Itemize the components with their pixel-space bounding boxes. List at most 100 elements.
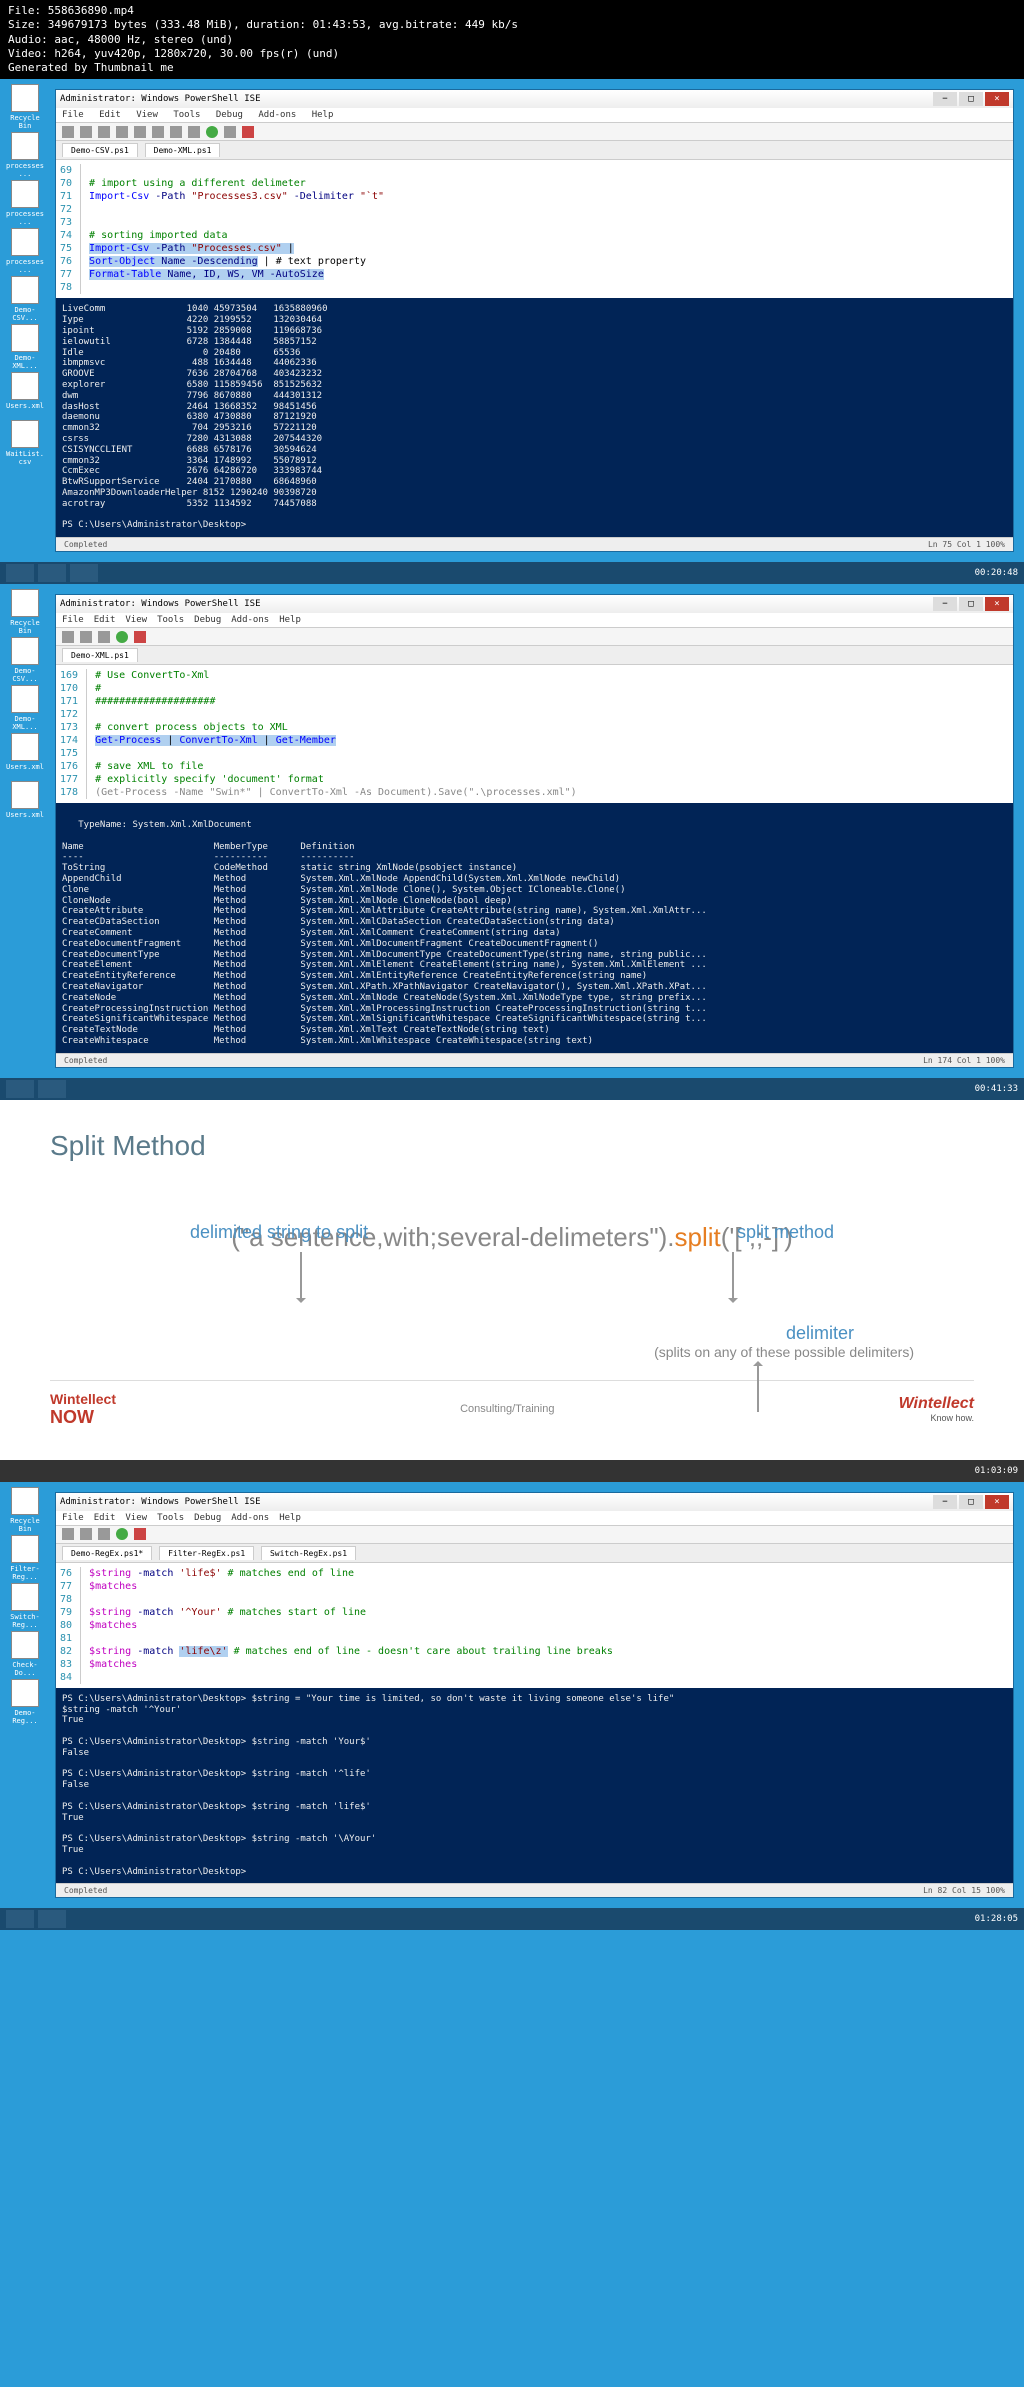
file-icon[interactable]: Demo-XML... [5,324,45,364]
toolbar [56,123,1013,141]
close-button[interactable]: × [985,597,1009,611]
minimize-button[interactable]: − [933,92,957,106]
tab-filter[interactable]: Filter-RegEx.ps1 [159,1546,254,1560]
menu-addons[interactable]: Add-ons [231,615,269,625]
file-icon[interactable]: Users.xml [5,733,45,773]
cut-icon[interactable] [116,126,128,138]
paste-icon[interactable] [152,126,164,138]
tab-xml[interactable]: Demo-XML.ps1 [145,143,221,157]
slide-label: split method [737,1222,834,1243]
code-editor[interactable]: 169170171172173174175176177178 # Use Con… [56,665,1013,803]
menu-addons[interactable]: Add-ons [231,1513,269,1523]
tab-csv[interactable]: Demo-CSV.ps1 [62,143,138,157]
code-editor[interactable]: 767778798081828384 $string -match 'life$… [56,1563,1013,1688]
maximize-button[interactable]: □ [959,597,983,611]
file-icon[interactable]: Demo-CSV... [5,637,45,677]
open-icon[interactable] [80,1528,92,1540]
undo-icon[interactable] [170,126,182,138]
file-icon[interactable]: Check-Do... [5,1631,45,1671]
file-icon[interactable]: WaitList.csv [5,420,45,460]
toolbar [56,628,1013,646]
minimize-button[interactable]: − [933,597,957,611]
taskbar-item[interactable] [38,1080,66,1098]
run-icon[interactable] [206,126,218,138]
tab-regex[interactable]: Demo-RegEx.ps1* [62,1546,152,1560]
taskbar-item[interactable] [38,564,66,582]
run-icon[interactable] [116,631,128,643]
menu-view[interactable]: View [125,615,147,625]
console[interactable]: PS C:\Users\Administrator\Desktop> $stri… [56,1688,1013,1884]
menu-view[interactable]: View [125,1513,147,1523]
arrow-down-icon [300,1252,302,1302]
new-icon[interactable] [62,631,74,643]
file-icon[interactable]: Users.xml [5,781,45,821]
run-selection-icon[interactable] [224,126,236,138]
copy-icon[interactable] [134,126,146,138]
menu-debug[interactable]: Debug [216,110,243,120]
menu-view[interactable]: View [136,110,158,120]
tab-switch[interactable]: Switch-RegEx.ps1 [261,1546,356,1560]
new-icon[interactable] [62,126,74,138]
maximize-button[interactable]: □ [959,92,983,106]
open-icon[interactable] [80,126,92,138]
taskbar-item[interactable] [38,1910,66,1928]
menu-edit[interactable]: Edit [94,1513,116,1523]
console[interactable]: TypeName: System.Xml.XmlDocument Name Me… [56,803,1013,1053]
file-icon[interactable]: processes... [5,180,45,220]
menu-debug[interactable]: Debug [194,615,221,625]
menu-edit[interactable]: Edit [94,615,116,625]
recycle-bin-icon[interactable]: Recycle Bin [5,1487,45,1527]
desktop-3: Recycle Bin Filter-Reg... Switch-Reg... … [0,1482,1024,1909]
recycle-bin-icon[interactable]: Recycle Bin [5,589,45,629]
run-icon[interactable] [116,1528,128,1540]
console[interactable]: LiveComm 1040 45973504 1635880960 Iype 4… [56,298,1013,537]
taskbar-item[interactable] [6,564,34,582]
titlebar[interactable]: Administrator: Windows PowerShell ISE − … [56,90,1013,108]
file-video: Video: h264, yuv420p, 1280x720, 30.00 fp… [8,47,1016,61]
taskbar-item[interactable] [6,1910,34,1928]
new-icon[interactable] [62,1528,74,1540]
menu-debug[interactable]: Debug [194,1513,221,1523]
save-icon[interactable] [98,126,110,138]
taskbar-item[interactable] [70,564,98,582]
file-icon[interactable]: Users.xml [5,372,45,412]
file-icon[interactable]: Demo-Reg... [5,1679,45,1719]
file-icon[interactable]: processes... [5,228,45,268]
menu-help[interactable]: Help [312,110,334,120]
file-icon[interactable]: processes... [5,132,45,172]
stop-icon[interactable] [134,631,146,643]
ise-window: Administrator: Windows PowerShell ISE − … [55,1492,1014,1899]
menu-addons[interactable]: Add-ons [258,110,296,120]
menu-help[interactable]: Help [279,615,301,625]
stop-icon[interactable] [134,1528,146,1540]
menu-tools[interactable]: Tools [173,110,200,120]
file-icon[interactable]: Switch-Reg... [5,1583,45,1623]
menu-edit[interactable]: Edit [99,110,121,120]
stop-icon[interactable] [242,126,254,138]
tab-xml[interactable]: Demo-XML.ps1 [62,648,138,662]
open-icon[interactable] [80,631,92,643]
save-icon[interactable] [98,1528,110,1540]
menu-file[interactable]: File [62,1513,84,1523]
save-icon[interactable] [98,631,110,643]
menu-tools[interactable]: Tools [157,1513,184,1523]
maximize-button[interactable]: □ [959,1495,983,1509]
taskbar-item[interactable] [6,1080,34,1098]
file-icon[interactable]: Filter-Reg... [5,1535,45,1575]
recycle-bin-icon[interactable]: Recycle Bin [5,84,45,124]
menu-tools[interactable]: Tools [157,615,184,625]
close-button[interactable]: × [985,92,1009,106]
close-button[interactable]: × [985,1495,1009,1509]
file-icon[interactable]: Demo-XML... [5,685,45,725]
menu-file[interactable]: File [62,615,84,625]
titlebar[interactable]: Administrator: Windows PowerShell ISE − … [56,595,1013,613]
menu-help[interactable]: Help [279,1513,301,1523]
redo-icon[interactable] [188,126,200,138]
file-icon[interactable]: Demo-CSV... [5,276,45,316]
menu-file[interactable]: File [62,110,84,120]
menubar: File Edit View Tools Debug Add-ons Help [56,1511,1013,1526]
code-editor[interactable]: 69707172737475767778 # import using a di… [56,160,1013,298]
minimize-button[interactable]: − [933,1495,957,1509]
tabs: Demo-XML.ps1 [56,646,1013,665]
titlebar[interactable]: Administrator: Windows PowerShell ISE − … [56,1493,1013,1511]
